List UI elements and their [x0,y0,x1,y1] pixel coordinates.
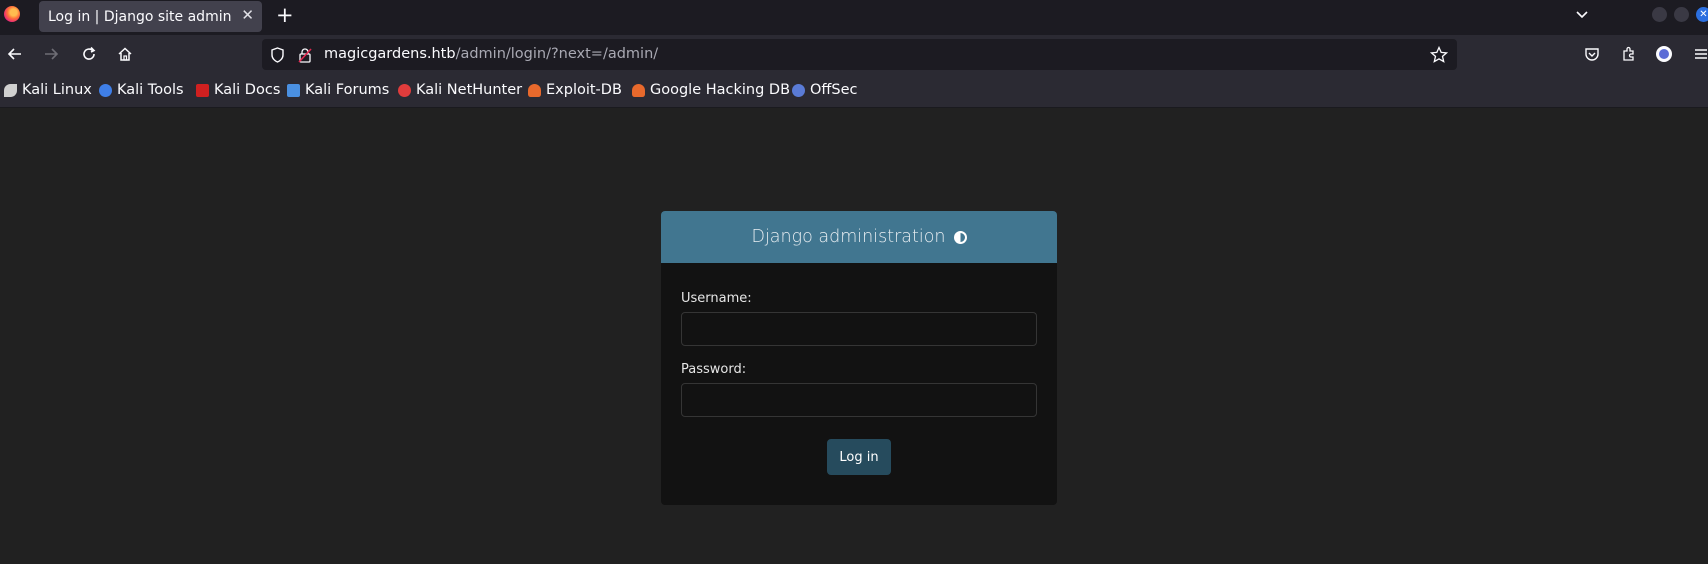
firefox-logo-icon[interactable] [4,6,20,22]
bookmark-kali-nethunter[interactable]: Kali NetHunter [398,82,522,98]
bookmark-label: Kali Docs [214,82,281,98]
kali-forums-icon [287,83,300,97]
insecure-lock-icon[interactable] [296,46,314,64]
forward-icon[interactable] [40,43,62,65]
new-tab-button[interactable]: + [276,3,294,27]
tab-close-icon[interactable]: ✕ [241,6,254,24]
login-button[interactable]: Log in [827,439,891,475]
close-window-button[interactable]: ✕ [1696,7,1708,22]
back-icon[interactable] [4,43,26,65]
tab-title: Log in | Django site admin [48,8,232,25]
login-form: Username: Password: Log in [661,263,1057,475]
url-text[interactable]: magicgardens.htb/admin/login/?next=/admi… [324,46,658,62]
app-menu-icon[interactable] [1690,43,1708,65]
username-input[interactable] [681,312,1037,346]
bookmark-kali-tools[interactable]: Kali Tools [99,82,184,98]
extensions-icon[interactable] [1618,43,1640,65]
bookmark-exploit-db[interactable]: Exploit-DB [528,82,622,98]
bookmark-label: Exploit-DB [546,82,622,98]
kali-docs-icon [196,83,209,97]
username-row: Username: [681,291,1037,346]
password-row: Password: [681,362,1037,417]
kali-tools-icon [99,83,112,97]
bookmark-kali-docs[interactable]: Kali Docs [196,82,280,98]
bookmark-kali-forums[interactable]: Kali Forums [287,82,389,98]
bookmark-offsec[interactable]: OffSec [792,82,858,98]
maximize-window-button[interactable] [1674,7,1689,22]
bookmark-google-hacking-db[interactable]: Google Hacking DB [632,82,790,98]
account-avatar-icon[interactable] [1653,43,1675,65]
url-host: magicgardens.htb [324,46,456,62]
tab-list-chevron-icon[interactable] [1574,6,1590,26]
exploit-db-icon [528,83,541,97]
submit-row: Log in [681,433,1037,475]
password-input[interactable] [681,383,1037,417]
bookmark-label: Google Hacking DB [650,82,791,98]
home-icon[interactable] [114,43,136,65]
bookmark-star-icon[interactable] [1430,46,1448,64]
login-header: Django administration [661,211,1057,263]
site-title: Django administration [751,227,946,247]
tab-strip: Log in | Django site admin ✕ + ✕ [0,0,1708,35]
address-bar[interactable]: magicgardens.htb/admin/login/?next=/admi… [262,39,1457,70]
username-label: Username: [681,291,752,306]
ghdb-icon [632,83,645,97]
bookmark-label: OffSec [810,82,858,98]
active-tab[interactable]: Log in | Django site admin ✕ [39,1,262,32]
bookmark-label: Kali Forums [305,82,390,98]
tracking-protection-shield-icon[interactable] [268,46,286,64]
pocket-icon[interactable] [1581,43,1603,65]
minimize-window-button[interactable] [1652,7,1667,22]
theme-toggle-icon[interactable] [953,230,967,244]
password-label: Password: [681,362,747,377]
navigation-bar: magicgardens.htb/admin/login/?next=/admi… [0,35,1708,73]
reload-icon[interactable] [78,43,100,65]
bookmark-label: Kali Linux [22,82,92,98]
bookmark-kali-linux[interactable]: Kali Linux [4,82,92,98]
bookmark-label: Kali Tools [117,82,184,98]
bookmarks-toolbar: Kali Linux Kali Tools Kali Docs Kali For… [0,73,1708,108]
kali-dragon-icon [4,83,17,97]
url-path: /admin/login/?next=/admin/ [455,46,659,62]
bookmark-label: Kali NetHunter [416,82,523,98]
offsec-icon [792,83,805,97]
kali-nethunter-icon [398,83,411,97]
login-card: Django administration Username: Password… [661,211,1057,505]
